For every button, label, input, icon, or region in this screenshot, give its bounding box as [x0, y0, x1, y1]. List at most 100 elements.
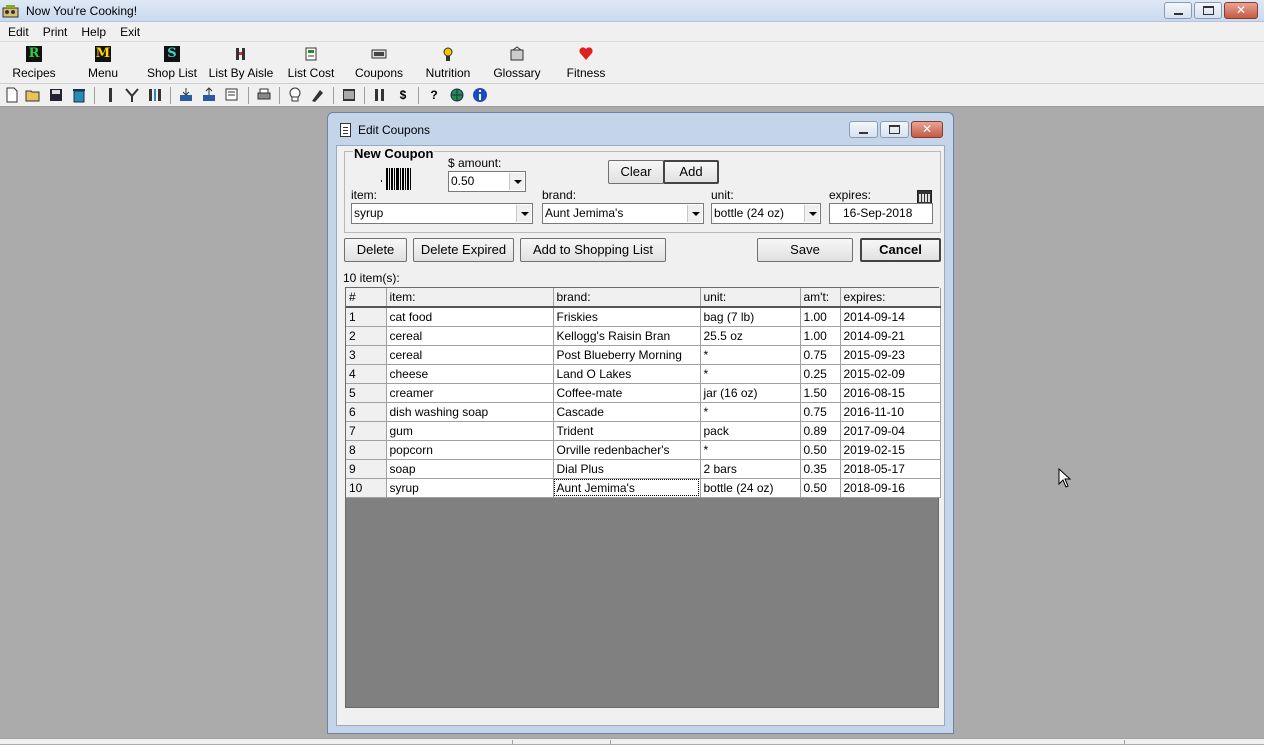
- list-by-aisle-button[interactable]: List By Aisle: [208, 44, 274, 82]
- table-row[interactable]: 5 creamer Coffee-mate jar (16 oz) 1.50 2016-0…: [346, 383, 941, 403]
- table-row[interactable]: 4 cheese Land O Lakes * 0.25 2015-02-09: [346, 364, 941, 384]
- delete-button[interactable]: Delete: [344, 238, 407, 262]
- cell-expires[interactable]: 2017-09-04: [840, 421, 941, 441]
- dialog-minimize-button[interactable]: [849, 121, 878, 138]
- cell-unit[interactable]: bottle (24 oz): [700, 478, 801, 498]
- cell-amount[interactable]: 0.75: [800, 402, 841, 422]
- cell-unit[interactable]: 25.5 oz: [700, 326, 801, 346]
- cell-expires[interactable]: 2019-02-15: [840, 440, 941, 460]
- table-row[interactable]: 3 cereal Post Blueberry Morning * 0.75 2015-0…: [346, 345, 941, 365]
- add-to-shopping-list-button[interactable]: Add to Shopping List: [520, 238, 666, 262]
- cell-brand[interactable]: Land O Lakes: [553, 364, 701, 384]
- coupons-button[interactable]: Coupons: [352, 44, 406, 82]
- restore-button[interactable]: [1194, 2, 1222, 19]
- menu-help[interactable]: Help: [77, 25, 110, 39]
- cell-unit[interactable]: *: [700, 440, 801, 460]
- edit-icon[interactable]: [102, 87, 118, 103]
- import-icon[interactable]: [178, 87, 194, 103]
- cell-expires[interactable]: 2015-09-23: [840, 345, 941, 365]
- cell-brand[interactable]: Coffee-mate: [553, 383, 701, 403]
- cell-number[interactable]: 7: [346, 421, 387, 441]
- glossary-button[interactable]: Glossary: [492, 44, 542, 82]
- export-icon[interactable]: [201, 87, 217, 103]
- add-button[interactable]: Add: [663, 160, 719, 184]
- item-combobox[interactable]: syrup: [351, 203, 533, 224]
- cell-amount[interactable]: 1.50: [800, 383, 841, 403]
- table-row[interactable]: 10 syrup Aunt Jemima's bottle (24 oz) 0.50 20…: [346, 478, 941, 498]
- pause-icon[interactable]: [372, 87, 388, 103]
- cell-amount[interactable]: 0.35: [800, 459, 841, 479]
- cell-item[interactable]: dish washing soap: [386, 402, 554, 422]
- cell-unit[interactable]: bag (7 lb): [700, 307, 801, 327]
- cancel-button[interactable]: Cancel: [860, 238, 941, 262]
- cell-brand[interactable]: Friskies: [553, 307, 701, 327]
- list-cost-button[interactable]: List Cost: [286, 44, 336, 82]
- cell-unit[interactable]: *: [700, 402, 801, 422]
- menu-exit[interactable]: Exit: [116, 25, 144, 39]
- table-row[interactable]: 7 gum Trident pack 0.89 2017-09-04: [346, 421, 941, 441]
- menu-button[interactable]: M Menu: [84, 44, 122, 82]
- table-row[interactable]: 8 popcorn Orville redenbacher's * 0.50 2019-0…: [346, 440, 941, 460]
- cell-number[interactable]: 2: [346, 326, 387, 346]
- cell-expires[interactable]: 2018-05-17: [840, 459, 941, 479]
- save-icon[interactable]: [48, 87, 64, 103]
- delete-expired-button[interactable]: Delete Expired: [413, 238, 514, 262]
- cell-number[interactable]: 1: [346, 307, 387, 327]
- cell-brand[interactable]: Kellogg's Raisin Bran: [553, 326, 701, 346]
- new-file-icon[interactable]: [4, 87, 20, 103]
- chevron-down-icon[interactable]: [804, 205, 819, 222]
- table-row[interactable]: 2 cereal Kellogg's Raisin Bran 25.5 oz 1.00 2…: [346, 326, 941, 346]
- calculator-icon[interactable]: [341, 87, 357, 103]
- open-folder-icon[interactable]: [25, 87, 41, 103]
- cell-expires[interactable]: 2015-02-09: [840, 364, 941, 384]
- cell-item[interactable]: soap: [386, 459, 554, 479]
- chevron-down-icon[interactable]: [687, 205, 702, 222]
- expires-field[interactable]: 16-Sep-2018: [829, 203, 933, 224]
- column-header-number[interactable]: #: [346, 288, 387, 308]
- chevron-down-icon[interactable]: [509, 173, 524, 190]
- dollar-icon[interactable]: $: [395, 87, 411, 103]
- minimize-button[interactable]: [1164, 2, 1192, 19]
- edit-list-icon[interactable]: [224, 87, 240, 103]
- cell-brand[interactable]: Post Blueberry Morning: [553, 345, 701, 365]
- info-icon[interactable]: [472, 87, 488, 103]
- cell-item[interactable]: gum: [386, 421, 554, 441]
- cell-item[interactable]: cat food: [386, 307, 554, 327]
- cell-amount[interactable]: 0.89: [800, 421, 841, 441]
- chef-hat-icon[interactable]: [287, 87, 303, 103]
- cell-amount[interactable]: 1.00: [800, 326, 841, 346]
- cell-brand[interactable]: Trident: [553, 421, 701, 441]
- cell-number[interactable]: 3: [346, 345, 387, 365]
- cell-amount[interactable]: 0.75: [800, 345, 841, 365]
- cell-brand[interactable]: Aunt Jemima's: [553, 478, 701, 498]
- clear-button[interactable]: Clear: [608, 160, 664, 184]
- cell-unit[interactable]: jar (16 oz): [700, 383, 801, 403]
- cell-number[interactable]: 5: [346, 383, 387, 403]
- cell-number[interactable]: 9: [346, 459, 387, 479]
- cell-item[interactable]: cereal: [386, 345, 554, 365]
- calendar-icon[interactable]: [917, 190, 932, 204]
- cell-unit[interactable]: *: [700, 364, 801, 384]
- dialog-close-button[interactable]: ✕: [911, 121, 943, 138]
- cell-number[interactable]: 6: [346, 402, 387, 422]
- cell-item[interactable]: syrup: [386, 478, 554, 498]
- cell-item[interactable]: creamer: [386, 383, 554, 403]
- recipes-button[interactable]: R Recipes: [10, 44, 58, 82]
- nutrition-button[interactable]: Nutrition: [422, 44, 474, 82]
- table-row[interactable]: 6 dish washing soap Cascade * 0.75 2016-11-10: [346, 402, 941, 422]
- column-header-brand[interactable]: brand:: [553, 288, 701, 308]
- column-header-unit[interactable]: unit:: [700, 288, 801, 308]
- table-row[interactable]: 1 cat food Friskies bag (7 lb) 1.00 2014-09-1…: [346, 307, 941, 327]
- filter-icon[interactable]: [124, 87, 140, 103]
- close-button[interactable]: ✕: [1224, 2, 1258, 19]
- cell-unit[interactable]: 2 bars: [700, 459, 801, 479]
- trash-icon[interactable]: [71, 87, 87, 103]
- cell-expires[interactable]: 2018-09-16: [840, 478, 941, 498]
- recipe-tool-icon[interactable]: [310, 87, 326, 103]
- cell-unit[interactable]: pack: [700, 421, 801, 441]
- globe-icon[interactable]: [449, 87, 465, 103]
- aisle-small-icon[interactable]: [147, 87, 163, 103]
- amount-select[interactable]: 0.50: [448, 171, 526, 192]
- column-header-expires[interactable]: expires:: [840, 288, 941, 308]
- column-header-amount[interactable]: am't:: [800, 288, 841, 308]
